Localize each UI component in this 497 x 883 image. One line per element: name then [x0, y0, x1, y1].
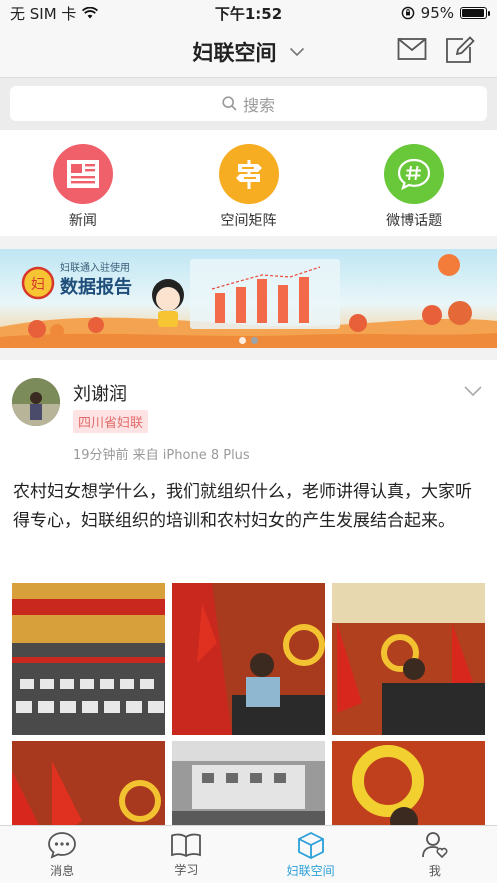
book-icon: [171, 833, 202, 857]
chevron-down-icon: [289, 47, 304, 56]
tab-me[interactable]: 我: [373, 826, 497, 883]
battery-fill: [462, 9, 484, 17]
photo-thumbnail[interactable]: [332, 583, 485, 735]
photo-thumbnail[interactable]: [172, 741, 325, 830]
carrier-text: 无 SIM 卡: [10, 4, 77, 23]
svg-text:妇: 妇: [31, 276, 45, 292]
carousel-dots: [0, 337, 497, 344]
banner-title: 数据报告: [60, 277, 132, 298]
search-input[interactable]: 搜索: [10, 86, 487, 121]
tab-label-messages: 消息: [50, 863, 75, 878]
person-heart-icon: [421, 831, 448, 858]
photo-thumbnail[interactable]: [12, 583, 165, 735]
post-text: 农村妇女想学什么，我们就组织什么，老师讲得认真，大家听得专心，妇联组织的培训和农…: [13, 482, 472, 531]
mail-icon[interactable]: [397, 36, 427, 62]
tab-bar: 消息 学习 妇联空间 我: [0, 825, 497, 883]
author-name[interactable]: 刘谢润: [73, 380, 127, 406]
photo-thumbnail[interactable]: [332, 741, 485, 830]
tab-study[interactable]: 学习: [124, 826, 248, 883]
search-icon: [222, 96, 237, 111]
search-area: 搜索: [0, 78, 497, 130]
carousel-dot[interactable]: [239, 337, 246, 344]
quick-label-weibo-topics: 微博话题: [386, 213, 443, 229]
chat-bubble-icon: [48, 831, 77, 859]
photo-grid: [12, 583, 486, 830]
chevron-down-icon[interactable]: [463, 385, 483, 397]
cube-icon: [297, 831, 324, 859]
tab-womens-space[interactable]: 妇联空间: [249, 826, 373, 883]
space-switcher[interactable]: 妇联空间: [193, 37, 305, 67]
nav-bar: 妇联空间: [0, 26, 497, 78]
quick-label-space-matrix: 空间矩阵: [220, 213, 277, 229]
tab-label-study: 学习: [174, 862, 199, 877]
status-right: 95%: [401, 4, 490, 22]
tab-label-womens-space: 妇联空间: [286, 863, 335, 878]
search-placeholder: 搜索: [242, 95, 275, 115]
post-meta: 19分钟前 来自 iPhone 8 Plus: [73, 448, 250, 463]
carousel-dot-active[interactable]: [251, 337, 258, 344]
promo-banner[interactable]: 妇 妇联通入驻使用 数据报告: [0, 249, 497, 348]
newspaper-icon: [52, 144, 113, 204]
status-bar: 无 SIM 卡 下午1:52 95%: [0, 0, 497, 26]
quick-menu: 新闻 空间矩阵 微博话题: [0, 130, 497, 236]
wifi-icon: [82, 7, 99, 19]
hashtag-chat-icon: [384, 144, 445, 204]
page-title: 妇联空间: [192, 40, 277, 65]
photo-thumbnail[interactable]: [12, 741, 165, 830]
quick-label-news: 新闻: [68, 213, 97, 229]
feed-post: 刘谢润 四川省妇联 19分钟前 来自 iPhone 8 Plus 农村妇女想学什…: [0, 360, 497, 830]
nav-actions: [397, 36, 475, 64]
orientation-lock-icon: [401, 6, 414, 20]
tab-label-me: 我: [428, 863, 441, 878]
battery-icon: [460, 7, 490, 19]
photo-thumbnail[interactable]: [172, 583, 325, 735]
org-badge: 四川省妇联: [73, 410, 149, 433]
quick-item-news[interactable]: 新闻: [0, 130, 166, 236]
status-left: 无 SIM 卡: [10, 3, 99, 24]
compose-icon[interactable]: [445, 36, 475, 64]
quick-item-weibo-topics[interactable]: 微博话题: [331, 130, 497, 236]
avatar[interactable]: [12, 378, 60, 426]
signpost-icon: [218, 144, 279, 204]
banner-tag: 妇联通入驻使用: [60, 263, 130, 274]
battery-percent: 95%: [420, 4, 454, 22]
quick-item-space-matrix[interactable]: 空间矩阵: [166, 130, 332, 236]
tab-messages[interactable]: 消息: [0, 826, 124, 883]
